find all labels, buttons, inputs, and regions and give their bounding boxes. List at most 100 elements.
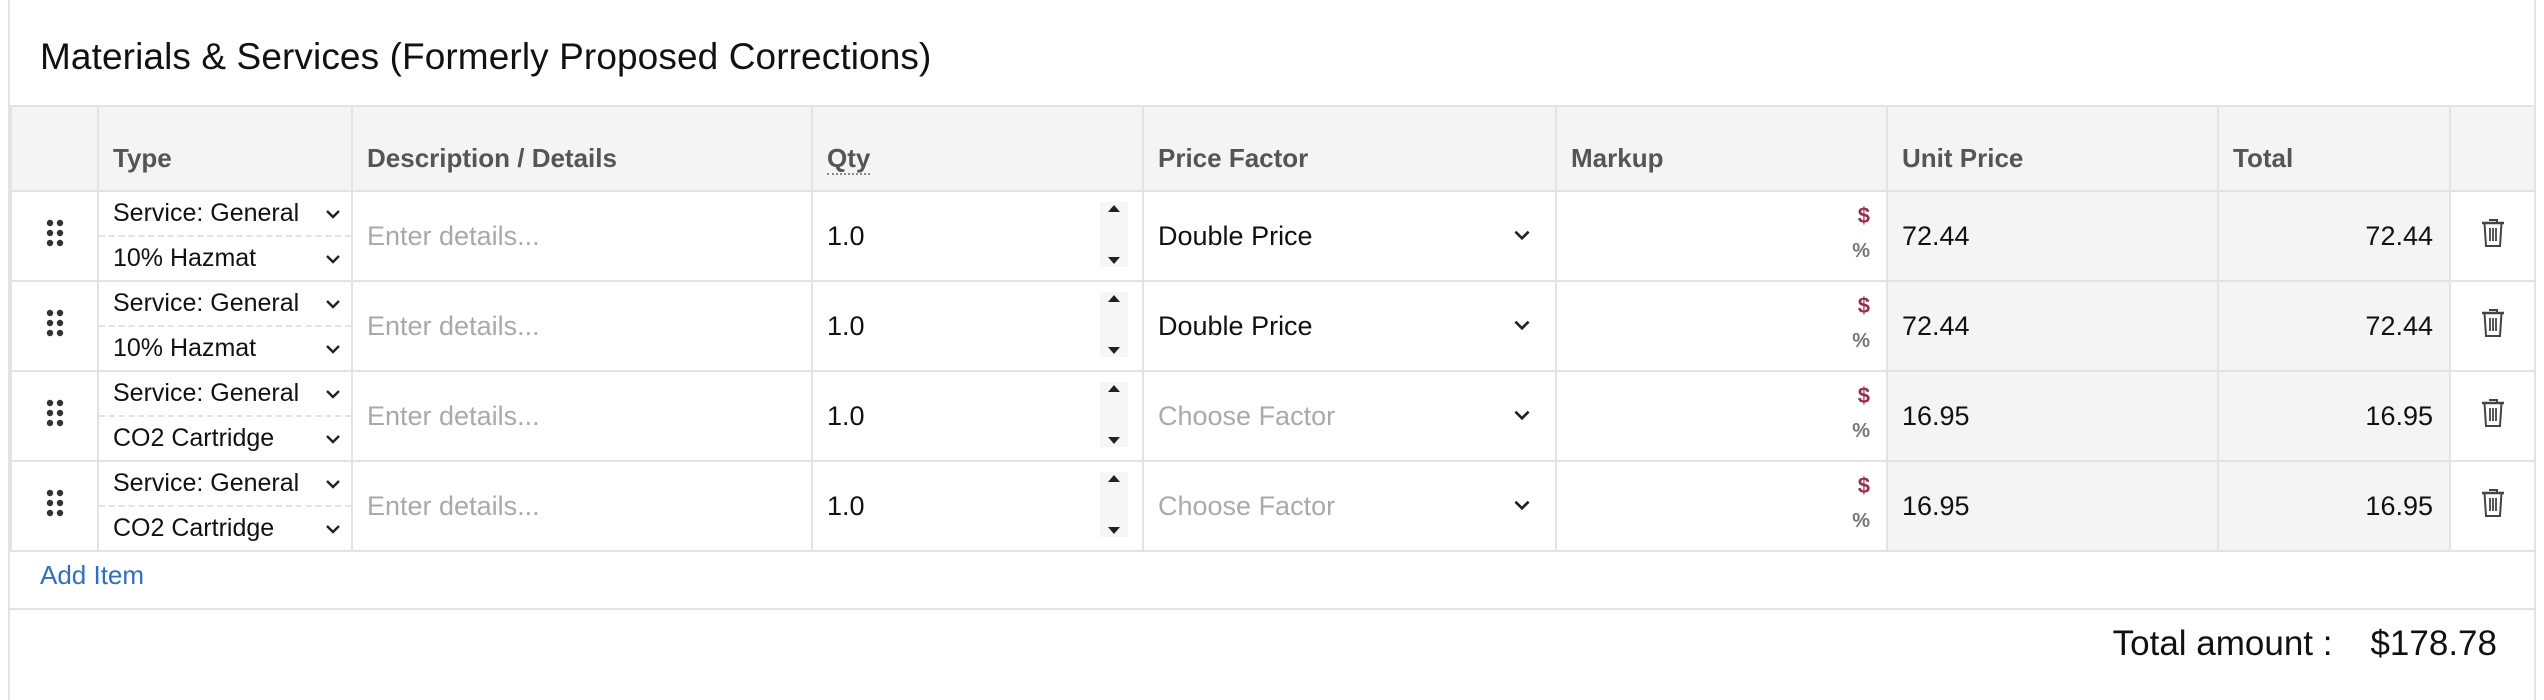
qty-value: 1.0 [827,310,865,341]
delete-cell [2449,370,2536,462]
add-item-link[interactable]: Add Item [40,560,144,591]
spinner-up-icon[interactable] [1106,382,1122,394]
subtype-select[interactable]: CO2 Cartridge [99,415,351,460]
drag-handle-icon[interactable] [45,399,65,427]
spinner-down-icon[interactable] [1106,435,1122,447]
markup-percent-toggle[interactable]: % [1852,420,1870,443]
chevron-down-icon [1514,320,1530,331]
markup-dollar-toggle[interactable]: $ [1858,383,1870,409]
drag-column-header [10,105,99,192]
spinner-up-icon[interactable] [1106,202,1122,214]
spinner-down-icon[interactable] [1106,345,1122,357]
trash-icon[interactable] [2480,488,2506,518]
row-total-cell: 72.44 [2217,190,2451,282]
drag-handle-icon[interactable] [45,219,65,247]
subtype-select-value: 10% Hazmat [113,244,257,272]
type-cell: Service: General 10% Hazmat [97,280,353,372]
chevron-down-icon [326,434,340,444]
spinner-down-icon[interactable] [1106,255,1122,267]
price-factor-select[interactable]: Choose Factor [1142,460,1557,552]
subtype-select-value: CO2 Cartridge [113,424,275,452]
description-input[interactable]: Enter details... [351,370,813,462]
qty-input[interactable]: 1.0 [811,190,1144,282]
description-column-header: Description / Details [351,105,813,192]
type-select[interactable]: Service: General [99,282,351,325]
type-select-value: Service: General [113,379,300,407]
drag-handle-icon[interactable] [45,309,65,337]
price-factor-select[interactable]: Choose Factor [1142,370,1557,462]
qty-value: 1.0 [827,490,865,521]
markup-input[interactable]: $ % [1555,280,1888,372]
qty-spinner[interactable] [1100,292,1128,357]
spinner-up-icon[interactable] [1106,472,1122,484]
qty-input[interactable]: 1.0 [811,280,1144,372]
price-factor-select[interactable]: Double Price [1142,280,1557,372]
type-cell: Service: General CO2 Cartridge [97,460,353,552]
qty-spinner[interactable] [1100,202,1128,267]
drag-handle-cell[interactable] [10,190,99,282]
markup-dollar-toggle[interactable]: $ [1858,203,1870,229]
markup-percent-toggle[interactable]: % [1852,240,1870,263]
type-select[interactable]: Service: General [99,372,351,415]
subtype-select[interactable]: 10% Hazmat [99,325,351,370]
markup-input[interactable]: $ % [1555,370,1888,462]
type-cell: Service: General CO2 Cartridge [97,370,353,462]
price-factor-value: Choose Factor [1158,400,1336,431]
materials-table: Type Description / Details Qty Price Fac… [10,105,2536,552]
table-row: Service: General 10% Hazmat Enter detail… [10,190,2536,282]
unit-price-cell: 16.95 [1886,370,2219,462]
price-factor-value: Choose Factor [1158,490,1336,521]
subtype-select-value: 10% Hazmat [113,334,257,362]
drag-handle-cell[interactable] [10,460,99,552]
subtype-select[interactable]: CO2 Cartridge [99,505,351,550]
qty-value: 1.0 [827,220,865,251]
type-select-value: Service: General [113,289,300,317]
chevron-down-icon [326,479,340,489]
delete-cell [2449,460,2536,552]
price-factor-select[interactable]: Double Price [1142,190,1557,282]
trash-icon[interactable] [2480,398,2506,428]
trash-icon[interactable] [2480,308,2506,338]
table-header-row: Type Description / Details Qty Price Fac… [10,105,2536,192]
qty-spinner[interactable] [1100,472,1128,537]
type-select[interactable]: Service: General [99,462,351,505]
markup-input[interactable]: $ % [1555,460,1888,552]
markup-input[interactable]: $ % [1555,190,1888,282]
chevron-down-icon [326,299,340,309]
markup-percent-toggle[interactable]: % [1852,510,1870,533]
subtype-select-value: CO2 Cartridge [113,514,275,542]
drag-handle-cell[interactable] [10,370,99,462]
unit-price-cell: 16.95 [1886,460,2219,552]
markup-percent-toggle[interactable]: % [1852,330,1870,353]
materials-services-panel: Materials & Services (Formerly Proposed … [8,0,2536,700]
markup-dollar-toggle[interactable]: $ [1858,293,1870,319]
description-input[interactable]: Enter details... [351,190,813,282]
chevron-down-icon [326,344,340,354]
drag-handle-icon[interactable] [45,489,65,517]
spinner-up-icon[interactable] [1106,292,1122,304]
unit-price-column-header: Unit Price [1886,105,2219,192]
qty-input[interactable]: 1.0 [811,370,1144,462]
chevron-down-icon [326,524,340,534]
row-total-cell: 16.95 [2217,370,2451,462]
type-select[interactable]: Service: General [99,192,351,235]
footer-divider [10,608,2534,610]
qty-input[interactable]: 1.0 [811,460,1144,552]
markup-dollar-toggle[interactable]: $ [1858,473,1870,499]
description-input[interactable]: Enter details... [351,280,813,372]
drag-handle-cell[interactable] [10,280,99,372]
description-input[interactable]: Enter details... [351,460,813,552]
spinner-down-icon[interactable] [1106,525,1122,537]
chevron-down-icon [1514,410,1530,421]
trash-icon[interactable] [2480,218,2506,248]
type-cell: Service: General 10% Hazmat [97,190,353,282]
section-title: Materials & Services (Formerly Proposed … [40,36,932,77]
qty-spinner[interactable] [1100,382,1128,447]
price-factor-column-header: Price Factor [1142,105,1557,192]
chevron-down-icon [326,254,340,264]
type-column-header: Type [97,105,353,192]
chevron-down-icon [1514,230,1530,241]
price-factor-value: Double Price [1158,310,1313,341]
subtype-select[interactable]: 10% Hazmat [99,235,351,280]
type-select-value: Service: General [113,469,300,497]
